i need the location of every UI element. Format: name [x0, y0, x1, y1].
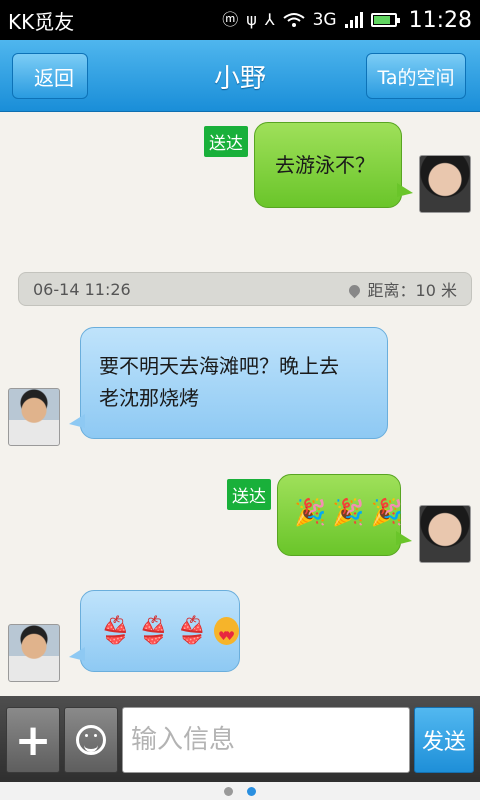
party-popper-icon: 🎉 — [332, 498, 365, 528]
bikini-icon: 👙 — [99, 616, 132, 646]
message-bubble-received[interactable]: 👙 👙 👙 — [69, 590, 240, 672]
message-text-line: 要不明天去海滩吧？晚上去 — [99, 354, 339, 378]
profile-space-button[interactable]: Ta的空间 — [366, 53, 466, 99]
network-type: 3G — [312, 10, 337, 30]
chat-area[interactable]: 送达 去游泳不？ 06-14 11:26 距离：10 米 要不明天去海滩吧？晚上… — [0, 112, 480, 696]
usb-debug-icon: ψ — [246, 10, 257, 29]
battery-icon — [370, 13, 400, 27]
usb-icon: ⓜ — [222, 10, 239, 29]
my-avatar[interactable] — [419, 155, 471, 213]
delivered-badge: 送达 — [227, 479, 271, 510]
message-input[interactable] — [122, 707, 410, 773]
status-bar: KK觅友 ⓜ ψ ⅄ 3G 11:28 — [0, 0, 480, 40]
message-datetime: 06-14 11:26 — [33, 279, 131, 299]
party-popper-icon: 🎉 — [294, 498, 327, 528]
message-text: 去游泳不？ — [275, 153, 375, 177]
emoji-button[interactable] — [64, 707, 118, 773]
emoji-row: 🎉 🎉 🎉 — [294, 497, 404, 529]
heart-eyes-icon — [214, 617, 239, 652]
input-bar: + 发送 — [0, 696, 480, 782]
location-pin-icon — [346, 282, 362, 299]
page-indicator — [0, 782, 480, 800]
distance-text: 距离：10 米 — [367, 281, 457, 300]
clock: 11:28 — [408, 7, 472, 33]
bikini-icon: 👙 — [175, 616, 209, 646]
friend-avatar[interactable] — [8, 624, 60, 682]
plus-icon: + — [14, 714, 52, 766]
page-dot-active[interactable] — [247, 786, 256, 796]
wifi-icon — [282, 13, 305, 27]
signal-icon — [344, 12, 363, 28]
friend-avatar[interactable] — [8, 388, 60, 446]
notification-app-name: KK觅友 — [8, 9, 75, 34]
message-text-line: 老沈那烧烤 — [99, 386, 199, 410]
party-popper-icon: 🎉 — [370, 498, 404, 528]
message-bubble-sent[interactable]: 去游泳不？ — [254, 122, 413, 208]
delivered-badge: 送达 — [204, 126, 248, 157]
profile-space-label: Ta的空间 — [377, 66, 455, 89]
title-bar: 返回 小野 Ta的空间 — [0, 40, 480, 112]
my-avatar[interactable] — [419, 505, 471, 563]
attach-button[interactable]: + — [6, 707, 60, 773]
message-info-bar: 06-14 11:26 距离：10 米 — [18, 272, 472, 306]
message-bubble-sent[interactable]: 🎉 🎉 🎉 — [277, 474, 412, 556]
send-button-label: 发送 — [421, 730, 466, 755]
distance-info: 距离：10 米 — [346, 277, 457, 301]
send-button[interactable]: 发送 — [414, 707, 474, 773]
smiley-icon — [76, 725, 106, 755]
bikini-icon: 👙 — [137, 616, 170, 646]
status-icons: ⓜ ψ ⅄ 3G 11:28 — [222, 8, 472, 33]
emoji-row: 👙 👙 👙 — [99, 615, 239, 652]
message-bubble-received[interactable]: 要不明天去海滩吧？晚上去 老沈那烧烤 — [69, 327, 388, 439]
share-icon: ⅄ — [264, 10, 275, 29]
page-dot[interactable] — [224, 786, 233, 796]
